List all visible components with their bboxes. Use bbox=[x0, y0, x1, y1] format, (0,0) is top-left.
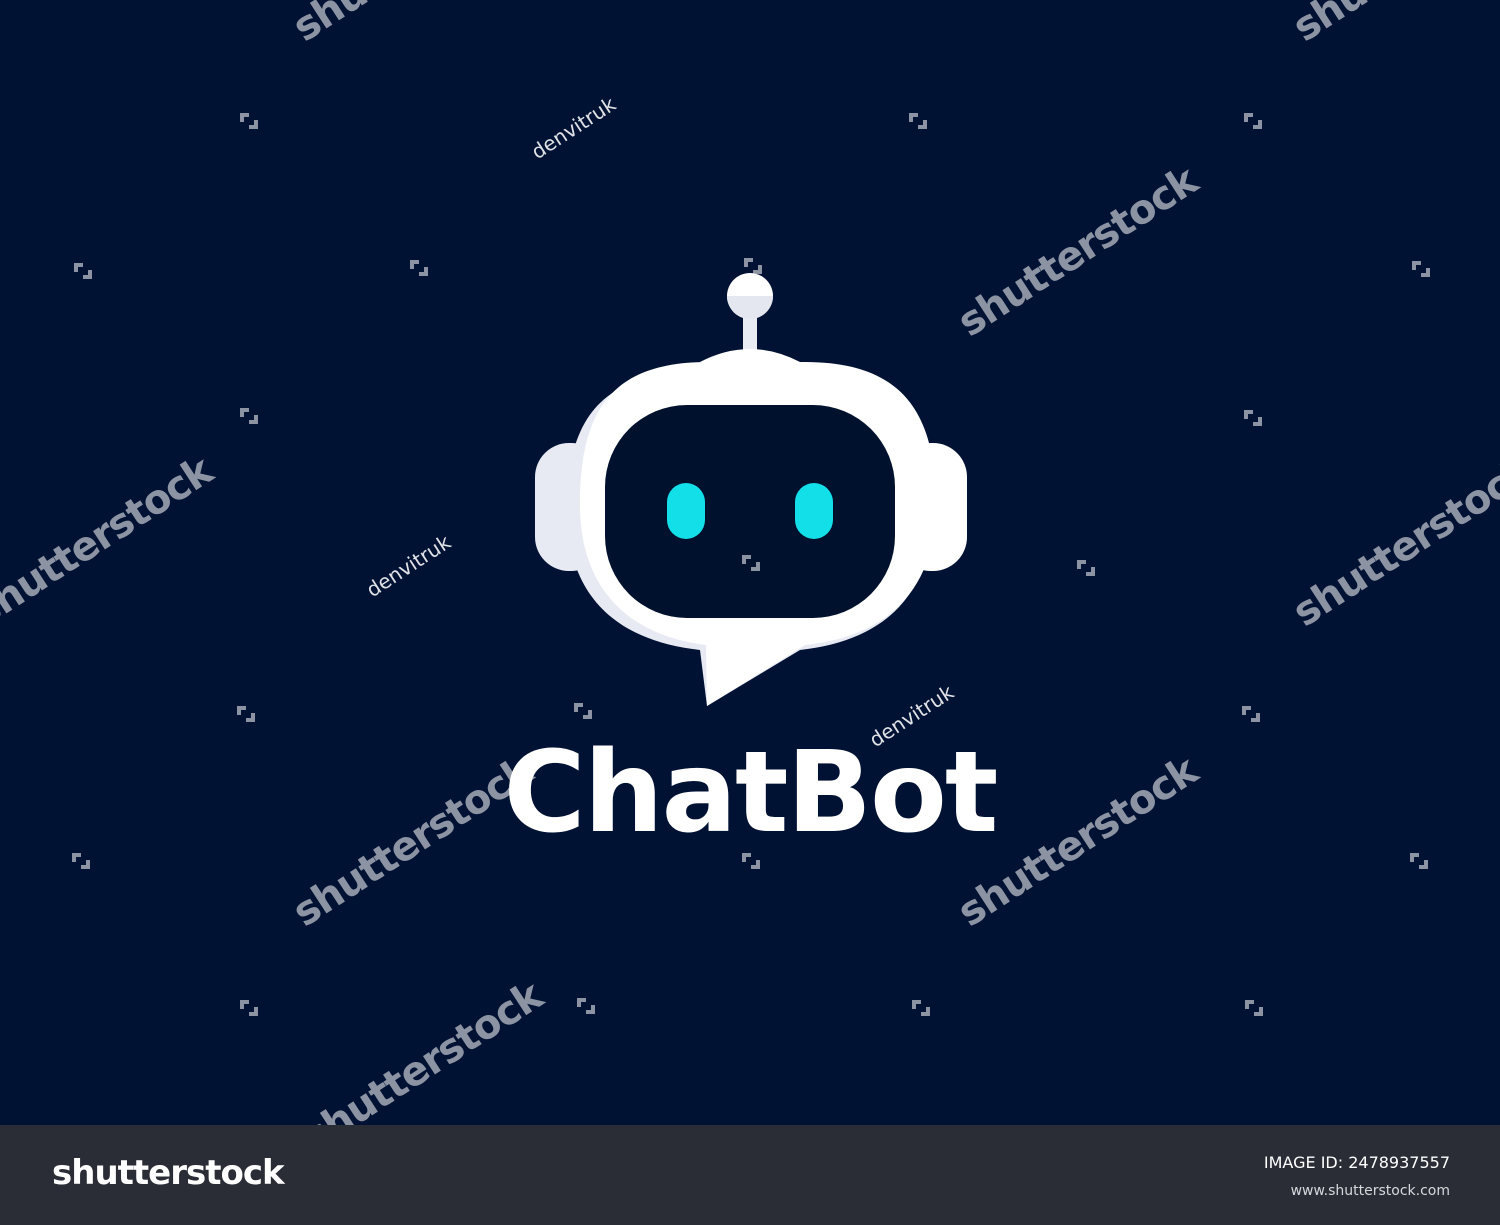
watermark-logo-icon bbox=[240, 113, 258, 129]
watermark-logo-icon bbox=[742, 853, 760, 869]
left-eye bbox=[667, 483, 705, 539]
watermark-logo-icon bbox=[1245, 1000, 1263, 1016]
watermark-logo-icon bbox=[72, 853, 90, 869]
watermark-logo-icon bbox=[237, 706, 255, 722]
site-url-link[interactable]: www.shutterstock.com bbox=[1291, 1183, 1450, 1199]
watermark-logo-icon bbox=[1412, 261, 1430, 277]
watermark-logo-icon bbox=[240, 1000, 258, 1016]
footer-bar: shutterstock IMAGE ID: 2478937557 www.sh… bbox=[0, 1125, 1500, 1225]
artwork: ChatBot shutterstock shutterstock shutte… bbox=[0, 0, 1500, 1125]
antenna-cap bbox=[700, 349, 800, 362]
watermark-logo-icon bbox=[240, 408, 258, 424]
image-id-label: IMAGE ID: 2478937557 bbox=[1263, 1153, 1450, 1172]
watermark-logo-icon bbox=[1244, 113, 1262, 129]
watermark-logo-icon bbox=[1410, 853, 1428, 869]
chatbot-title: ChatBot bbox=[503, 728, 999, 858]
visor bbox=[605, 405, 895, 618]
watermark-logo-icon bbox=[410, 260, 428, 276]
watermark-logo-icon bbox=[574, 703, 592, 719]
watermark-logo-icon bbox=[912, 1000, 930, 1016]
watermark-logo-icon bbox=[1244, 410, 1262, 426]
watermark-logo-icon bbox=[74, 263, 92, 279]
shutterstock-logo[interactable]: shutterstock bbox=[52, 1153, 285, 1193]
watermark-logo-icon bbox=[1242, 706, 1260, 722]
right-eye bbox=[795, 483, 833, 539]
watermark-logo-icon bbox=[742, 555, 760, 571]
watermark-logo-icon bbox=[1077, 560, 1095, 576]
watermark-logo-icon bbox=[577, 998, 595, 1014]
watermark-logo-icon bbox=[909, 113, 927, 129]
watermark-logo-icon bbox=[744, 258, 762, 274]
